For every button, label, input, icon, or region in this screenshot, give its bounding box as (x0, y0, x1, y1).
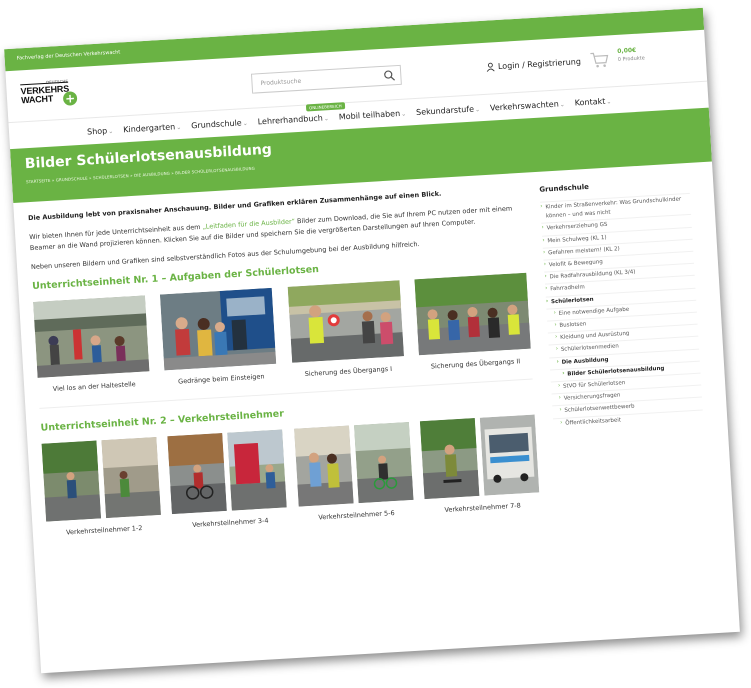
nav-item-verkehrswachten[interactable]: Verkehrswachten⌄ (490, 99, 565, 112)
search-input[interactable]: Produktsuche (250, 64, 402, 94)
nav-item-label: Sekundarstufe (415, 104, 475, 117)
gallery-item[interactable]: Verkehrsteilnehmer 3-4 (167, 429, 288, 530)
nav-item-label: Grundschule (190, 117, 242, 130)
section-1-gallery: Viel los an der Haltestelle Gedränge bei… (33, 272, 532, 394)
sidebar: Grundschule Kinder im Straßenverkehr: Wa… (539, 175, 708, 507)
chevron-down-icon: ⌄ (242, 119, 248, 127)
photo-road-user-4[interactable] (227, 429, 288, 511)
photo-crossing-2[interactable] (414, 272, 531, 356)
nav-item-label: Mobil teilhaben (338, 108, 401, 122)
new-badge: ONLINEBEREICH (305, 102, 345, 112)
photo-bus-boarding[interactable] (160, 287, 277, 371)
photo-road-user-3[interactable] (167, 433, 228, 515)
sidebar-title: Grundschule (539, 182, 590, 194)
photo-road-user-2[interactable] (101, 436, 161, 519)
photo-crossing-1[interactable] (287, 280, 404, 363)
nav-item-shop[interactable]: Shop⌄ (87, 125, 114, 136)
chevron-down-icon: ⌄ (400, 110, 407, 118)
gallery-caption: Verkehrsteilnehmer 5-6 (318, 508, 395, 522)
photo-road-user-5[interactable] (293, 425, 354, 507)
section-2-gallery: Verkehrsteilnehmer 1-2 Verkehrsteilnehme… (41, 414, 541, 538)
chevron-down-icon: ⌄ (323, 114, 330, 122)
gallery-caption: Verkehrsteilnehmer 1-2 (65, 523, 143, 537)
photo-bus-stop[interactable] (33, 295, 150, 378)
gallery-caption: Viel los an der Haltestelle (52, 380, 136, 394)
gallery-item[interactable]: Sicherung des Übergangs II (414, 272, 531, 371)
photo-road-user-1[interactable] (41, 440, 102, 522)
verkehrswacht-logo[interactable]: DEUTSCHE VERKEHRS WACHT + (20, 77, 92, 113)
gallery-item[interactable]: Gedränge beim Einsteigen (160, 287, 277, 386)
logo-line-2: WACHT (20, 93, 54, 106)
search-placeholder: Produktsuche (260, 77, 302, 88)
nav-item-label: Lehrerhandbuch (257, 113, 324, 126)
gallery-caption: Sicherung des Übergangs II (430, 357, 521, 371)
screenshot-stage: Fachverlag der Deutschen Verkehrswacht D… (0, 0, 751, 688)
main-column: Die Ausbildung lebt von praxisnaher Ansc… (28, 185, 540, 538)
gallery-item[interactable]: Verkehrsteilnehmer 7-8 (419, 414, 540, 515)
nav-item-mobil-teilhaben[interactable]: Mobil teilhaben⌄ (339, 108, 407, 121)
nav-item-kindergarten[interactable]: Kindergarten⌄ (122, 121, 182, 134)
search-icon[interactable] (383, 69, 396, 82)
photo-road-user-7[interactable] (419, 418, 480, 500)
nav-item-sekundarstufe[interactable]: Sekundarstufe⌄ (415, 104, 481, 117)
gallery-item[interactable]: Verkehrsteilnehmer 1-2 (41, 436, 162, 538)
nav-item-label: Shop (86, 125, 108, 137)
photo-road-user-6[interactable] (353, 421, 414, 504)
gallery-caption: Verkehrsteilnehmer 7-8 (444, 501, 521, 514)
publisher-line: Fachverlag der Deutschen Verkehrswacht (16, 49, 121, 62)
login-label: Login / Registrierung (497, 57, 582, 72)
nav-item-kontakt[interactable]: Kontakt⌄ (574, 96, 611, 107)
cart-count: 0 Produkte (617, 55, 645, 63)
gallery-caption: Sicherung des Übergangs I (304, 364, 393, 379)
cart-icon[interactable] (589, 49, 610, 70)
gallery-item[interactable]: Sicherung des Übergangs I (287, 280, 404, 378)
user-icon (486, 62, 495, 72)
nav-item-lehrerhandbuch[interactable]: Lehrerhandbuch⌄ (257, 113, 329, 126)
nav-item-label: Kontakt (574, 96, 606, 108)
gallery-item[interactable]: Verkehrsteilnehmer 5-6 (293, 421, 414, 523)
chevron-down-icon: ⌄ (108, 127, 114, 135)
plus-icon: + (62, 91, 78, 106)
chevron-down-icon: ⌄ (176, 123, 182, 131)
chevron-down-icon: ⌄ (606, 97, 612, 106)
chevron-down-icon: ⌄ (474, 105, 481, 113)
gallery-item[interactable]: Viel los an der Haltestelle (33, 295, 150, 393)
nav-item-label: Verkehrswachten (489, 99, 559, 113)
gallery-caption: Verkehrsteilnehmer 3-4 (191, 516, 269, 529)
nav-item-grundschule[interactable]: Grundschule⌄ (190, 117, 248, 130)
photo-road-user-8[interactable] (479, 414, 540, 496)
login-link[interactable]: Login / Registrierung (486, 57, 581, 72)
web-page: Fachverlag der Deutschen Verkehrswacht D… (4, 7, 740, 674)
chevron-down-icon: ⌄ (559, 100, 566, 108)
nav-item-label: Kindergarten (122, 121, 176, 134)
content-area: Die Ausbildung lebt von praxisnaher Ansc… (13, 162, 732, 539)
gallery-caption: Gedränge beim Einsteigen (177, 372, 265, 386)
cart-total[interactable]: 0,00€ (617, 47, 636, 55)
